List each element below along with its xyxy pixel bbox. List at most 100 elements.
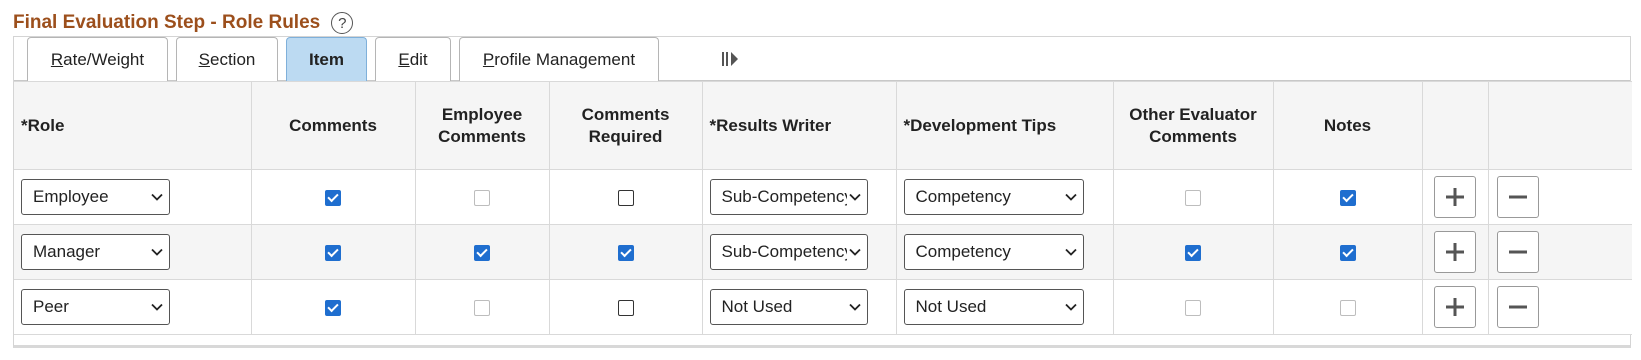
help-icon[interactable]: ? bbox=[331, 12, 354, 34]
other-evaluator-comments-cell bbox=[1112, 224, 1274, 280]
delete-row-cell bbox=[1487, 169, 1632, 225]
role-select[interactable]: Employee bbox=[21, 179, 170, 215]
chevron-down-icon bbox=[151, 303, 163, 311]
chevron-down-icon bbox=[1064, 193, 1077, 201]
results-writer-select-value: Sub-Competency bbox=[721, 187, 847, 206]
plus-icon bbox=[1446, 298, 1464, 316]
delete-row-cell bbox=[1487, 279, 1632, 335]
role-select-value: Manager bbox=[33, 242, 101, 261]
tab-label: Rate/Weight bbox=[50, 49, 145, 69]
role-rules-grid-frame: Rate/Weight Section Item Edit Profile Ma… bbox=[13, 36, 1632, 348]
table-row: Peer Not Used Not Used bbox=[14, 279, 1632, 335]
col-header-notes: Notes bbox=[1272, 81, 1423, 170]
results-writer-select[interactable]: Sub-Competency bbox=[709, 179, 868, 215]
table-row: Employee Sub-Competency Competency bbox=[14, 169, 1632, 225]
comments-checkbox[interactable] bbox=[325, 299, 341, 316]
tab-label: Item bbox=[309, 49, 344, 69]
comments-required-checkbox[interactable] bbox=[617, 299, 634, 316]
chevron-down-icon bbox=[848, 193, 861, 201]
table-header-row: *Role Comments Employee Comments Comment… bbox=[14, 81, 1632, 170]
tab-bar: Rate/Weight Section Item Edit Profile Ma… bbox=[14, 37, 1630, 81]
development-tips-select[interactable]: Competency bbox=[903, 234, 1084, 270]
role-select-value: Peer bbox=[33, 297, 69, 316]
notes-checkbox bbox=[1339, 299, 1356, 316]
tab-label: Edit bbox=[398, 49, 428, 69]
show-all-columns-icon[interactable] bbox=[721, 51, 739, 67]
col-header-delete bbox=[1487, 81, 1632, 170]
results-writer-select-value: Not Used bbox=[721, 297, 793, 316]
results-writer-select-value: Sub-Competency bbox=[721, 242, 847, 261]
development-tips-cell: Competency bbox=[895, 169, 1114, 225]
other-evaluator-comments-checkbox[interactable] bbox=[1185, 244, 1201, 261]
tab-label: Section bbox=[198, 49, 256, 69]
tab-label: Profile Management bbox=[482, 49, 636, 69]
other-evaluator-comments-checkbox bbox=[1185, 299, 1201, 316]
minus-icon bbox=[1508, 195, 1527, 199]
employee-comments-checkbox bbox=[474, 189, 490, 206]
col-header-other-evaluator-comments: Other Evaluator Comments bbox=[1112, 81, 1274, 170]
col-header-development-tips: *Development Tips bbox=[895, 81, 1114, 170]
add-row-button[interactable] bbox=[1434, 286, 1476, 328]
add-row-button[interactable] bbox=[1434, 176, 1476, 218]
comments-cell bbox=[250, 279, 416, 335]
delete-row-button[interactable] bbox=[1496, 286, 1539, 328]
notes-checkbox[interactable] bbox=[1339, 244, 1356, 261]
notes-cell bbox=[1272, 224, 1423, 280]
role-cell: Manager bbox=[14, 224, 252, 280]
comments-checkbox[interactable] bbox=[325, 189, 341, 206]
comments-required-checkbox[interactable] bbox=[617, 189, 634, 206]
tab-item[interactable]: Item bbox=[286, 37, 367, 81]
add-row-cell bbox=[1421, 279, 1489, 335]
comments-required-cell bbox=[548, 224, 703, 280]
development-tips-cell: Competency bbox=[895, 224, 1114, 280]
notes-cell bbox=[1272, 169, 1423, 225]
comments-required-cell bbox=[548, 169, 703, 225]
minus-icon bbox=[1508, 250, 1527, 254]
role-cell: Peer bbox=[14, 279, 252, 335]
col-header-results-writer: *Results Writer bbox=[701, 81, 897, 170]
notes-checkbox[interactable] bbox=[1339, 189, 1356, 206]
tab-rate-weight[interactable]: Rate/Weight bbox=[27, 37, 168, 81]
results-writer-select[interactable]: Not Used bbox=[709, 289, 868, 325]
title-row: Final Evaluation Step - Role Rules ? bbox=[13, 10, 354, 36]
employee-comments-checkbox bbox=[474, 299, 490, 316]
add-row-cell bbox=[1421, 169, 1489, 225]
other-evaluator-comments-checkbox bbox=[1185, 189, 1201, 206]
page-title: Final Evaluation Step - Role Rules bbox=[13, 12, 321, 33]
col-header-add bbox=[1421, 81, 1489, 170]
development-tips-select-value: Competency bbox=[915, 187, 1011, 206]
tab-profile-management[interactable]: Profile Management bbox=[459, 37, 659, 81]
other-evaluator-comments-cell bbox=[1112, 169, 1274, 225]
delete-row-button[interactable] bbox=[1496, 176, 1539, 218]
role-select[interactable]: Manager bbox=[21, 234, 170, 270]
results-writer-cell: Not Used bbox=[701, 279, 897, 335]
chevron-down-icon bbox=[1064, 303, 1077, 311]
chevron-down-icon bbox=[848, 303, 861, 311]
tab-section[interactable]: Section bbox=[176, 37, 278, 81]
chevron-down-icon bbox=[1064, 248, 1077, 256]
comments-checkbox[interactable] bbox=[325, 244, 341, 261]
comments-required-cell bbox=[548, 279, 703, 335]
chevron-down-icon bbox=[151, 193, 163, 201]
results-writer-select[interactable]: Sub-Competency bbox=[709, 234, 868, 270]
results-writer-cell: Sub-Competency bbox=[701, 224, 897, 280]
development-tips-select-value: Not Used bbox=[915, 297, 987, 316]
delete-row-cell bbox=[1487, 224, 1632, 280]
development-tips-select[interactable]: Competency bbox=[903, 179, 1084, 215]
plus-icon bbox=[1446, 243, 1464, 261]
col-header-comments-required: Comments Required bbox=[548, 81, 703, 170]
add-row-cell bbox=[1421, 224, 1489, 280]
development-tips-select-value: Competency bbox=[915, 242, 1011, 261]
employee-comments-checkbox[interactable] bbox=[474, 244, 490, 261]
role-select-value: Employee bbox=[33, 187, 109, 206]
comments-cell bbox=[250, 224, 416, 280]
delete-row-button[interactable] bbox=[1496, 231, 1539, 273]
comments-required-checkbox[interactable] bbox=[617, 244, 634, 261]
notes-cell bbox=[1272, 279, 1423, 335]
col-header-role: *Role bbox=[14, 81, 252, 170]
development-tips-select[interactable]: Not Used bbox=[903, 289, 1084, 325]
add-row-button[interactable] bbox=[1434, 231, 1476, 273]
role-rules-table: *Role Comments Employee Comments Comment… bbox=[14, 81, 1632, 335]
role-select[interactable]: Peer bbox=[21, 289, 170, 325]
tab-edit[interactable]: Edit bbox=[375, 37, 451, 81]
